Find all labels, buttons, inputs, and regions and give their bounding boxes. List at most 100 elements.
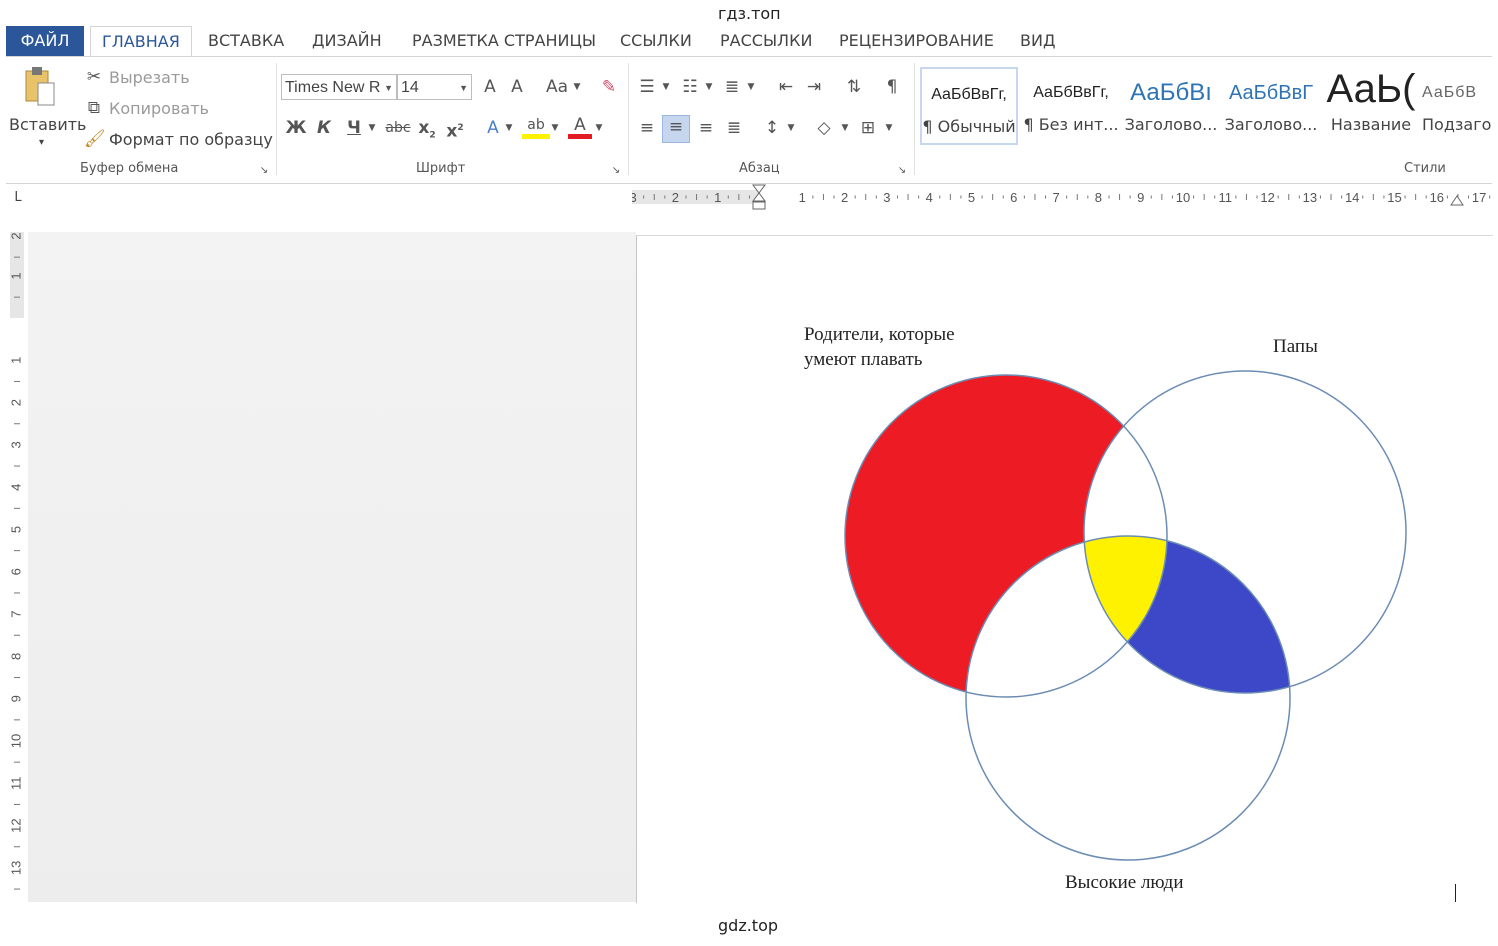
align-center-icon[interactable]: ≡ bbox=[662, 115, 690, 143]
paste-dropdown-arrow[interactable]: ▾ bbox=[39, 137, 44, 148]
chevron-down-icon[interactable]: ▼ bbox=[550, 117, 560, 139]
ruler-tick-label: 1 bbox=[8, 357, 23, 364]
align-right-icon[interactable]: ≡ bbox=[694, 117, 718, 139]
style-title[interactable]: АаЬ( Название bbox=[1322, 67, 1420, 145]
document-page[interactable]: Родители, которые умеют плавать Папы Выс… bbox=[636, 235, 1493, 903]
font-name-combo[interactable]: Times New R ▼ bbox=[281, 74, 397, 100]
ruler-tick-label: 2 bbox=[8, 232, 23, 239]
chevron-down-icon[interactable]: ▼ bbox=[884, 117, 894, 139]
bullets-icon[interactable]: ☰ bbox=[635, 76, 659, 98]
paste-button[interactable]: Вставить bbox=[9, 115, 86, 134]
clipboard-launcher-icon[interactable]: ↘ bbox=[258, 160, 270, 182]
italic-button[interactable]: К bbox=[313, 117, 335, 139]
format-painter-button[interactable]: Формат по образцу bbox=[109, 130, 273, 149]
style-heading-1-preview: АаБбВı bbox=[1130, 79, 1212, 106]
ruler-tick-label: 11 bbox=[1219, 190, 1233, 205]
cut-button[interactable]: Вырезать bbox=[109, 68, 190, 87]
copy-icon: ⧉ bbox=[87, 98, 101, 118]
vertical-ruler-scale: 2112345678910111213 bbox=[8, 232, 24, 890]
ruler-tick-label: 10 bbox=[1176, 190, 1190, 205]
line-spacing-icon[interactable]: ↕ bbox=[760, 117, 784, 139]
chevron-down-icon[interactable]: ▼ bbox=[572, 76, 582, 98]
decrease-indent-icon[interactable]: ⇤ bbox=[774, 76, 798, 98]
right-indent-marker-icon[interactable] bbox=[1450, 192, 1464, 206]
style-title-name: Название bbox=[1330, 115, 1412, 134]
change-case-button[interactable]: Aa bbox=[542, 76, 572, 98]
strikethrough-button[interactable]: abc bbox=[384, 117, 412, 139]
ruler-tick-label: 6 bbox=[1010, 190, 1017, 205]
ruler-tick-label: 5 bbox=[8, 526, 23, 533]
chevron-down-icon: ▼ bbox=[384, 83, 393, 93]
venn-label-swimming-parents-line2: умеют плавать bbox=[804, 349, 923, 370]
chevron-down-icon[interactable]: ▼ bbox=[746, 76, 756, 98]
clear-formatting-icon[interactable]: ✎ bbox=[598, 76, 620, 98]
indent-marker-icon[interactable] bbox=[752, 184, 766, 210]
ruler-tick-label: 13 bbox=[1303, 190, 1317, 205]
style-heading-2[interactable]: АаБбВвГ Заголово... bbox=[1222, 67, 1320, 145]
style-normal[interactable]: АаБбВвГг, ¶ Обычный bbox=[920, 67, 1018, 145]
tab-view[interactable]: ВИД bbox=[1020, 26, 1055, 56]
ruler-tick-label: 17 bbox=[1472, 190, 1486, 205]
ribbon-tab-bar: ФАЙЛ ГЛАВНАЯ ВСТАВКА ДИЗАЙН РАЗМЕТКА СТР… bbox=[6, 26, 1492, 58]
chevron-down-icon[interactable]: ▼ bbox=[661, 76, 671, 98]
underline-button[interactable]: Ч bbox=[343, 117, 365, 139]
justify-icon[interactable]: ≣ bbox=[722, 117, 746, 139]
chevron-down-icon[interactable]: ▼ bbox=[504, 117, 514, 139]
style-subtitle[interactable]: АаБбВ Подзаго bbox=[1422, 67, 1492, 145]
tab-page-layout[interactable]: РАЗМЕТКА СТРАНИЦЫ bbox=[412, 26, 596, 56]
grow-font-button[interactable]: A bbox=[479, 76, 501, 98]
tab-selector-icon[interactable]: L bbox=[8, 188, 28, 208]
tab-home[interactable]: ГЛАВНАЯ bbox=[90, 26, 192, 58]
style-no-spacing-preview: АаБбВвГг, bbox=[1033, 84, 1109, 101]
tab-review[interactable]: РЕЦЕНЗИРОВАНИЕ bbox=[839, 26, 994, 56]
font-color-button[interactable]: A bbox=[568, 114, 592, 139]
tab-references[interactable]: ССЫЛКИ bbox=[620, 26, 692, 56]
increase-indent-icon[interactable]: ⇥ bbox=[802, 76, 826, 98]
venn-diagram bbox=[844, 370, 1407, 861]
chevron-down-icon[interactable]: ▼ bbox=[367, 117, 377, 139]
group-divider bbox=[914, 63, 915, 175]
vertical-ruler[interactable]: 2 1 1 2 3 4 5 6 7 8 9 10 11 12 13 bbox=[8, 232, 26, 902]
shrink-font-button[interactable]: A bbox=[506, 76, 528, 98]
paragraph-launcher-icon[interactable]: ↘ bbox=[896, 160, 908, 182]
pilcrow-button[interactable]: ¶ bbox=[880, 76, 904, 98]
chevron-down-icon[interactable]: ▼ bbox=[594, 117, 604, 139]
ruler-tick-label: 3 bbox=[883, 190, 890, 205]
horizontal-ruler[interactable]: 3 2 1 1 2 3 4 5 6 7 8 9 10 11 12 13 14 15 16 17 bbox=[632, 184, 1492, 210]
tab-design[interactable]: ДИЗАЙН bbox=[312, 26, 382, 56]
ruler-tick-label: 9 bbox=[8, 695, 23, 702]
chevron-down-icon[interactable]: ▼ bbox=[786, 117, 796, 139]
style-no-spacing-name: ¶ Без инт... bbox=[1023, 115, 1119, 134]
multilevel-list-icon[interactable]: ≣ bbox=[720, 76, 744, 98]
chevron-down-icon[interactable]: ▼ bbox=[840, 117, 850, 139]
tab-insert[interactable]: ВСТАВКА bbox=[208, 26, 284, 56]
align-left-icon[interactable]: ≡ bbox=[635, 117, 659, 139]
shading-icon[interactable]: ◇ bbox=[812, 117, 836, 139]
ruler-tick-label: 1 bbox=[714, 190, 721, 205]
superscript-label: x bbox=[446, 121, 458, 142]
superscript-button[interactable]: x2 bbox=[444, 117, 466, 143]
style-no-spacing[interactable]: АаБбВвГг, ¶ Без инт... bbox=[1022, 67, 1120, 145]
ruler-tick-label: 1 bbox=[799, 190, 806, 205]
chevron-down-icon[interactable]: ▼ bbox=[704, 76, 714, 98]
format-painter-icon: 🖌 bbox=[84, 129, 106, 149]
style-heading-1[interactable]: АаБбВı Заголово... bbox=[1122, 67, 1220, 145]
font-size-combo[interactable]: 14 ▼ bbox=[397, 74, 472, 100]
numbering-icon[interactable]: ☷ bbox=[678, 76, 702, 98]
highlight-button[interactable]: ab bbox=[522, 114, 550, 139]
ruler-tick-label: 13 bbox=[8, 861, 23, 875]
subscript-button[interactable]: x2 bbox=[416, 117, 438, 146]
ruler-tick-label: 8 bbox=[1095, 190, 1102, 205]
tab-file[interactable]: ФАЙЛ bbox=[6, 26, 84, 56]
copy-button[interactable]: Копировать bbox=[109, 99, 209, 118]
paste-icon[interactable] bbox=[20, 65, 60, 109]
ruler-tick-label: 3 bbox=[632, 190, 637, 205]
bold-button[interactable]: Ж bbox=[285, 117, 307, 139]
text-effects-button[interactable]: A bbox=[482, 117, 504, 139]
styles-group-label: Стили bbox=[1404, 161, 1446, 176]
style-heading-2-name: Заголово... bbox=[1224, 115, 1318, 134]
sort-icon[interactable]: ⇅ bbox=[842, 76, 866, 98]
tab-mailings[interactable]: РАССЫЛКИ bbox=[720, 26, 812, 56]
borders-icon[interactable]: ⊞ bbox=[856, 117, 880, 139]
font-launcher-icon[interactable]: ↘ bbox=[610, 160, 622, 182]
